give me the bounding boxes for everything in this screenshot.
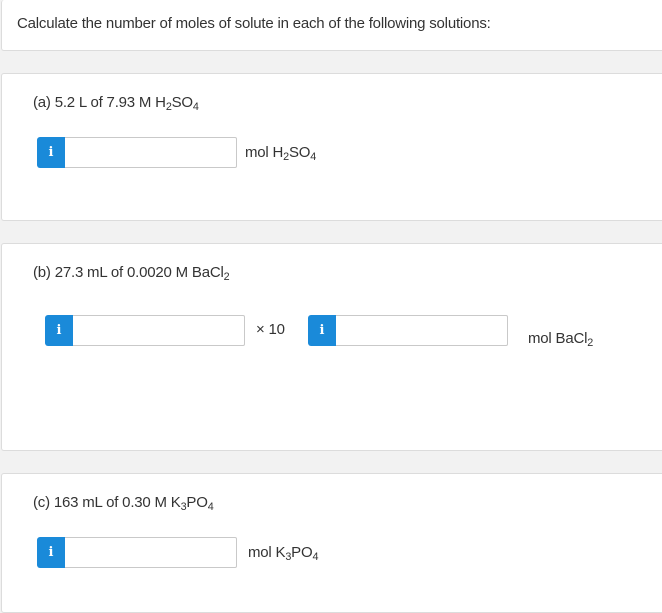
question-c-unit-prefix: mol K <box>248 544 286 561</box>
question-a-answer-input[interactable] <box>65 137 237 168</box>
question-b-mantissa-info-button[interactable]: i <box>45 315 73 346</box>
question-b-unit-sub1: 2 <box>587 337 594 350</box>
question-a-unit: mol H2SO4 <box>245 144 317 164</box>
question-b-label-prefix: (b) 27.3 mL of 0.0020 M BaCl <box>33 264 224 281</box>
info-icon: i <box>48 545 54 560</box>
question-a-label: (a) 5.2 L of 7.93 M H2SO4 <box>33 94 199 114</box>
question-a-unit-prefix: mol H <box>245 144 284 161</box>
instruction-card: Calculate the number of moles of solute … <box>1 0 662 51</box>
question-b-unit-prefix: mol BaCl <box>528 330 588 347</box>
question-c-label-sub2: 4 <box>207 501 214 514</box>
question-b-times-ten: × 10 <box>256 321 285 338</box>
question-b-exponent-info-button[interactable]: i <box>308 315 336 346</box>
info-icon: i <box>56 323 62 338</box>
question-b-card: (b) 27.3 mL of 0.0020 M BaCl2 i × 10 i m… <box>1 243 662 451</box>
info-icon: i <box>319 323 325 338</box>
question-c-unit-sub2: 4 <box>312 551 319 564</box>
question-a-unit-mid: SO <box>288 144 311 161</box>
question-c-unit: mol K3PO4 <box>248 544 319 564</box>
question-a-info-button[interactable]: i <box>37 137 65 168</box>
info-icon: i <box>48 145 54 160</box>
question-c-answer-input[interactable] <box>65 537 237 568</box>
question-a-card: (a) 5.2 L of 7.93 M H2SO4 i mol H2SO4 <box>1 73 662 221</box>
question-b-unit: mol BaCl2 <box>528 330 594 350</box>
question-b-label: (b) 27.3 mL of 0.0020 M BaCl2 <box>33 264 230 284</box>
instruction-text: Calculate the number of moles of solute … <box>17 15 491 32</box>
question-a-label-prefix: (a) 5.2 L of 7.93 M H <box>33 94 166 111</box>
question-a-label-sub2: 4 <box>192 101 199 114</box>
question-c-card: (c) 163 mL of 0.30 M K3PO4 i mol K3PO4 <box>1 473 662 613</box>
question-c-unit-mid: PO <box>291 544 313 561</box>
question-c-info-button[interactable]: i <box>37 537 65 568</box>
question-b-label-sub1: 2 <box>223 271 230 284</box>
question-c-label-prefix: (c) 163 mL of 0.30 M K <box>33 494 181 511</box>
question-b-mantissa-input[interactable] <box>73 315 245 346</box>
question-c-label-mid: PO <box>186 494 208 511</box>
question-c-label: (c) 163 mL of 0.30 M K3PO4 <box>33 494 214 514</box>
question-b-exponent-input[interactable] <box>336 315 508 346</box>
question-a-unit-sub2: 4 <box>310 151 317 164</box>
question-a-label-mid: SO <box>171 94 193 111</box>
